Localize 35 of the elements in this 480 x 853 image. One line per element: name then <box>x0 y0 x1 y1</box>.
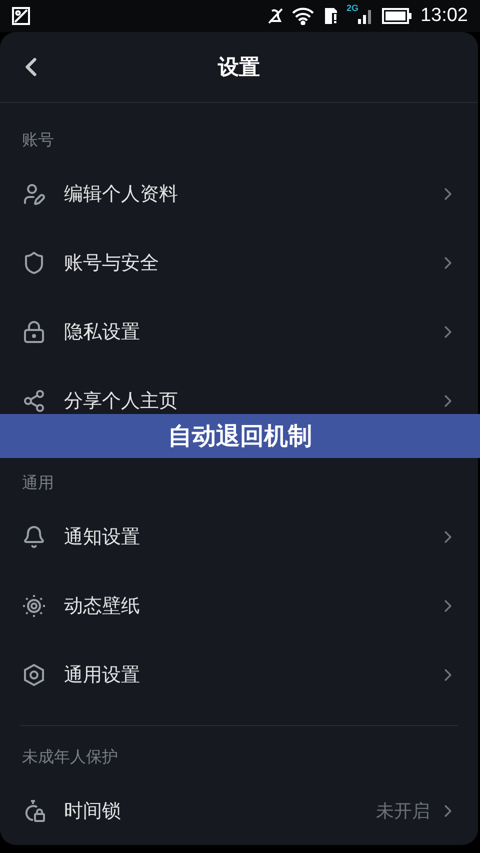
settings-row[interactable]: 账号与安全 <box>20 228 458 297</box>
row-label: 时间锁 <box>64 798 122 824</box>
settings-row[interactable]: 动态壁纸 <box>20 571 458 640</box>
row-label: 动态壁纸 <box>64 594 141 618</box>
row-label: 通知设置 <box>64 524 141 550</box>
signal-icon <box>358 8 372 24</box>
settings-row[interactable]: 编辑个人资料 <box>20 159 458 228</box>
bell-icon <box>22 524 46 548</box>
battery-icon <box>382 8 412 24</box>
row-label: 编辑个人资料 <box>64 182 179 206</box>
row-value: 未开启 <box>376 800 430 822</box>
row-label: 隐私设置 <box>64 320 141 344</box>
settings-row[interactable]: 通用设置 <box>20 640 458 709</box>
row-label: 通用设置 <box>64 662 141 688</box>
settings-row[interactable]: 通知设置 <box>20 502 458 571</box>
page-title: 设置 <box>218 54 260 81</box>
section-title: 未成年人保护 <box>21 746 119 768</box>
settings-row[interactable]: 隐私设置 <box>20 297 458 366</box>
banner-text: 自动退回机制 <box>168 421 312 452</box>
network-type: 2G <box>346 3 358 13</box>
row-label: 账号与安全 <box>64 250 160 276</box>
wifi-icon <box>292 7 314 25</box>
section-title: 通用 <box>21 472 55 494</box>
image-icon <box>12 7 30 25</box>
lock-icon <box>22 320 46 344</box>
user-edit-icon <box>22 182 46 206</box>
hexagon-icon <box>22 662 46 686</box>
clock-time: 13:02 <box>420 5 468 27</box>
mute-icon <box>266 7 284 25</box>
section-title: 账号 <box>21 129 55 151</box>
settings-row[interactable]: 时间锁 未开启 <box>20 776 458 845</box>
row-label: 分享个人主页 <box>64 388 179 414</box>
shield-icon <box>22 250 46 274</box>
share-icon <box>22 388 46 412</box>
sun-icon <box>22 594 46 618</box>
